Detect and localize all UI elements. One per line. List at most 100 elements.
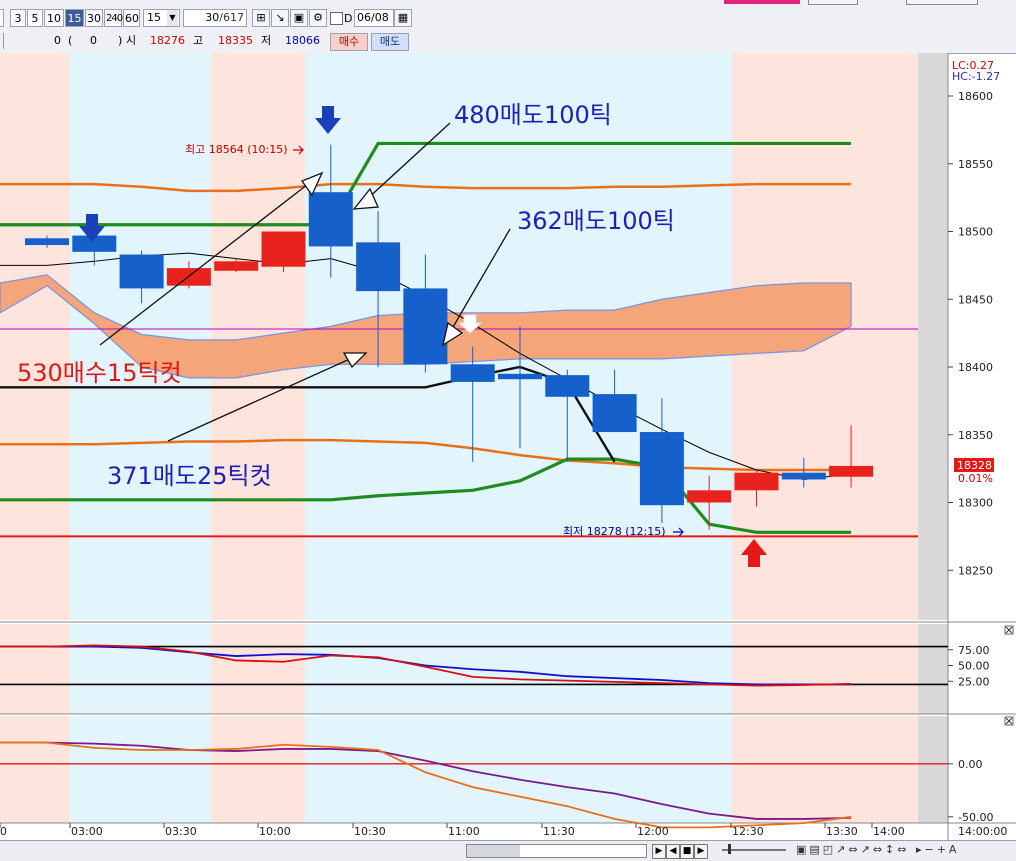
x-tick-label: 03:00 [71, 825, 103, 838]
annotation-sell-480: 480매도100틱 [454, 101, 612, 129]
period-button-30[interactable]: 30 [85, 9, 103, 27]
y-tick-label: 18300 [958, 497, 993, 510]
candle-body [545, 375, 590, 397]
quote-edge [0, 33, 4, 49]
date-field[interactable]: 06/08 [354, 9, 394, 27]
candle-body [119, 254, 164, 289]
range-slider-thumb[interactable] [728, 844, 731, 854]
change-close-paren: ) [118, 34, 123, 47]
period-select[interactable]: 15 ▼ [143, 9, 180, 27]
candle-body [214, 261, 259, 271]
annotation-sell-371: 371매도25틱컷 [107, 462, 272, 490]
range-slider[interactable] [722, 849, 786, 851]
low-value: 18066 [285, 34, 320, 47]
period-button-60[interactable]: 60 [123, 9, 140, 27]
stop-icon[interactable]: ■ [680, 844, 694, 859]
y-tick-label: 18450 [958, 293, 993, 306]
gear-icon[interactable]: ⚙ [309, 9, 327, 27]
x-tick-label: 11:30 [543, 825, 575, 838]
y-tick-label: 0.00 [958, 758, 983, 771]
count-value: 30 [205, 11, 220, 24]
y-tick-label: 18350 [958, 429, 993, 442]
session-band [918, 716, 948, 823]
chevron-down-icon: ▼ [167, 10, 178, 26]
x-tick-label: 03:30 [165, 825, 197, 838]
sell-button[interactable]: 매도 [371, 33, 409, 51]
d-checkbox-label: D [344, 12, 353, 25]
candle-body [356, 242, 401, 292]
y-tick-label: 75.00 [958, 644, 990, 657]
period-button-10[interactable]: 10 [44, 9, 64, 27]
y-tick-label: -50.00 [958, 811, 993, 824]
y-tick-label: 18250 [958, 564, 993, 577]
x-tick-label: 14:00:00 [958, 825, 1007, 838]
chart-toolbar: 3 5 10 15 30 240 60 15 ▼ 30/617 ⊞ ↘ ▣ ⚙ … [0, 0, 1016, 32]
candle-body [308, 192, 353, 247]
session-band [0, 53, 70, 620]
hc-label: HC:-1.27 [952, 70, 1000, 83]
session-band [918, 53, 948, 620]
open-label: 시 [126, 34, 137, 47]
candle-body [498, 373, 542, 380]
x-tick-label: 0 [0, 825, 7, 838]
bottom-scrollbar: ▶ ◀ ■ ▶ ▣▤◰↗⇔↗⇔↕⇔ ▸−+A [0, 840, 1016, 861]
time-axis: 0 03:00 03:30 10:00 10:30 11:00 11:30 12:00 12:3… [0, 823, 1007, 838]
current-change-label: 0.01% [958, 472, 993, 485]
title-strip [724, 0, 800, 4]
session-band [918, 624, 948, 714]
period-select-value: 15 [147, 11, 161, 24]
session-band [732, 624, 918, 714]
low-price-label: 최저 18278 (12:15) [563, 525, 666, 538]
high-label: 고 [193, 34, 204, 47]
period-button-3[interactable]: 3 [10, 9, 26, 27]
count-total: /617 [219, 11, 244, 24]
d-checkbox[interactable] [330, 12, 343, 25]
high-value: 18335 [218, 34, 253, 47]
session-band [70, 716, 211, 823]
chart-add-icon[interactable]: ⊞ [252, 9, 270, 27]
scroll-track[interactable] [520, 844, 647, 858]
title-strip-box [808, 0, 858, 5]
session-band [305, 624, 732, 714]
line-tool-icon[interactable]: ↘ [271, 9, 289, 27]
change-open-paren: ( [68, 34, 73, 47]
scroll-thumb[interactable] [466, 844, 522, 858]
x-tick-label: 10:00 [259, 825, 291, 838]
calendar-icon[interactable]: ▦ [394, 9, 412, 27]
period-button-5[interactable]: 5 [27, 9, 43, 27]
candle-body [403, 288, 448, 365]
volume-value: 0 [54, 34, 61, 47]
open-value: 18276 [150, 34, 185, 47]
x-tick-label: 10:30 [354, 825, 386, 838]
tool-icons[interactable]: ▣▤◰↗⇔↗⇔↕⇔ ▸−+A [796, 843, 1016, 858]
x-tick-label: 13:30 [826, 825, 858, 838]
session-band [305, 716, 732, 823]
candle-body [450, 364, 495, 382]
candle-body [261, 231, 306, 267]
period-button-15[interactable]: 15 [65, 9, 84, 27]
session-band [211, 624, 305, 714]
high-price-label: 최고 18564 (10:15) [185, 143, 288, 156]
count-field[interactable]: 30/617 [183, 9, 247, 27]
y-tick-label: 50.00 [958, 660, 990, 673]
y-tick-label: 18400 [958, 361, 993, 374]
forward-icon[interactable]: ▶ [694, 844, 708, 859]
buy-button[interactable]: 매수 [330, 33, 368, 51]
session-band [732, 716, 918, 823]
title-strip-box-2 [906, 0, 978, 5]
annotation-sell-362: 362매도100틱 [517, 207, 675, 235]
x-tick-label: 12:00 [637, 825, 669, 838]
session-band [0, 624, 70, 714]
current-price-label: 18328 [957, 459, 992, 472]
y-tick-label: 25.00 [958, 675, 990, 688]
price-chart[interactable]: 75.00 50.00 25.00 0.00 -50.00 18600 18550 185… [0, 53, 1016, 840]
candle-body [781, 472, 826, 480]
session-band [70, 624, 211, 714]
save-icon[interactable]: ▣ [290, 9, 308, 27]
play-icon[interactable]: ▶ [652, 844, 666, 859]
session-bands [0, 53, 948, 823]
session-band [211, 716, 305, 823]
period-button-240[interactable]: 240 [104, 9, 123, 27]
rewind-icon[interactable]: ◀ [666, 844, 680, 859]
x-tick-label: 11:00 [448, 825, 480, 838]
